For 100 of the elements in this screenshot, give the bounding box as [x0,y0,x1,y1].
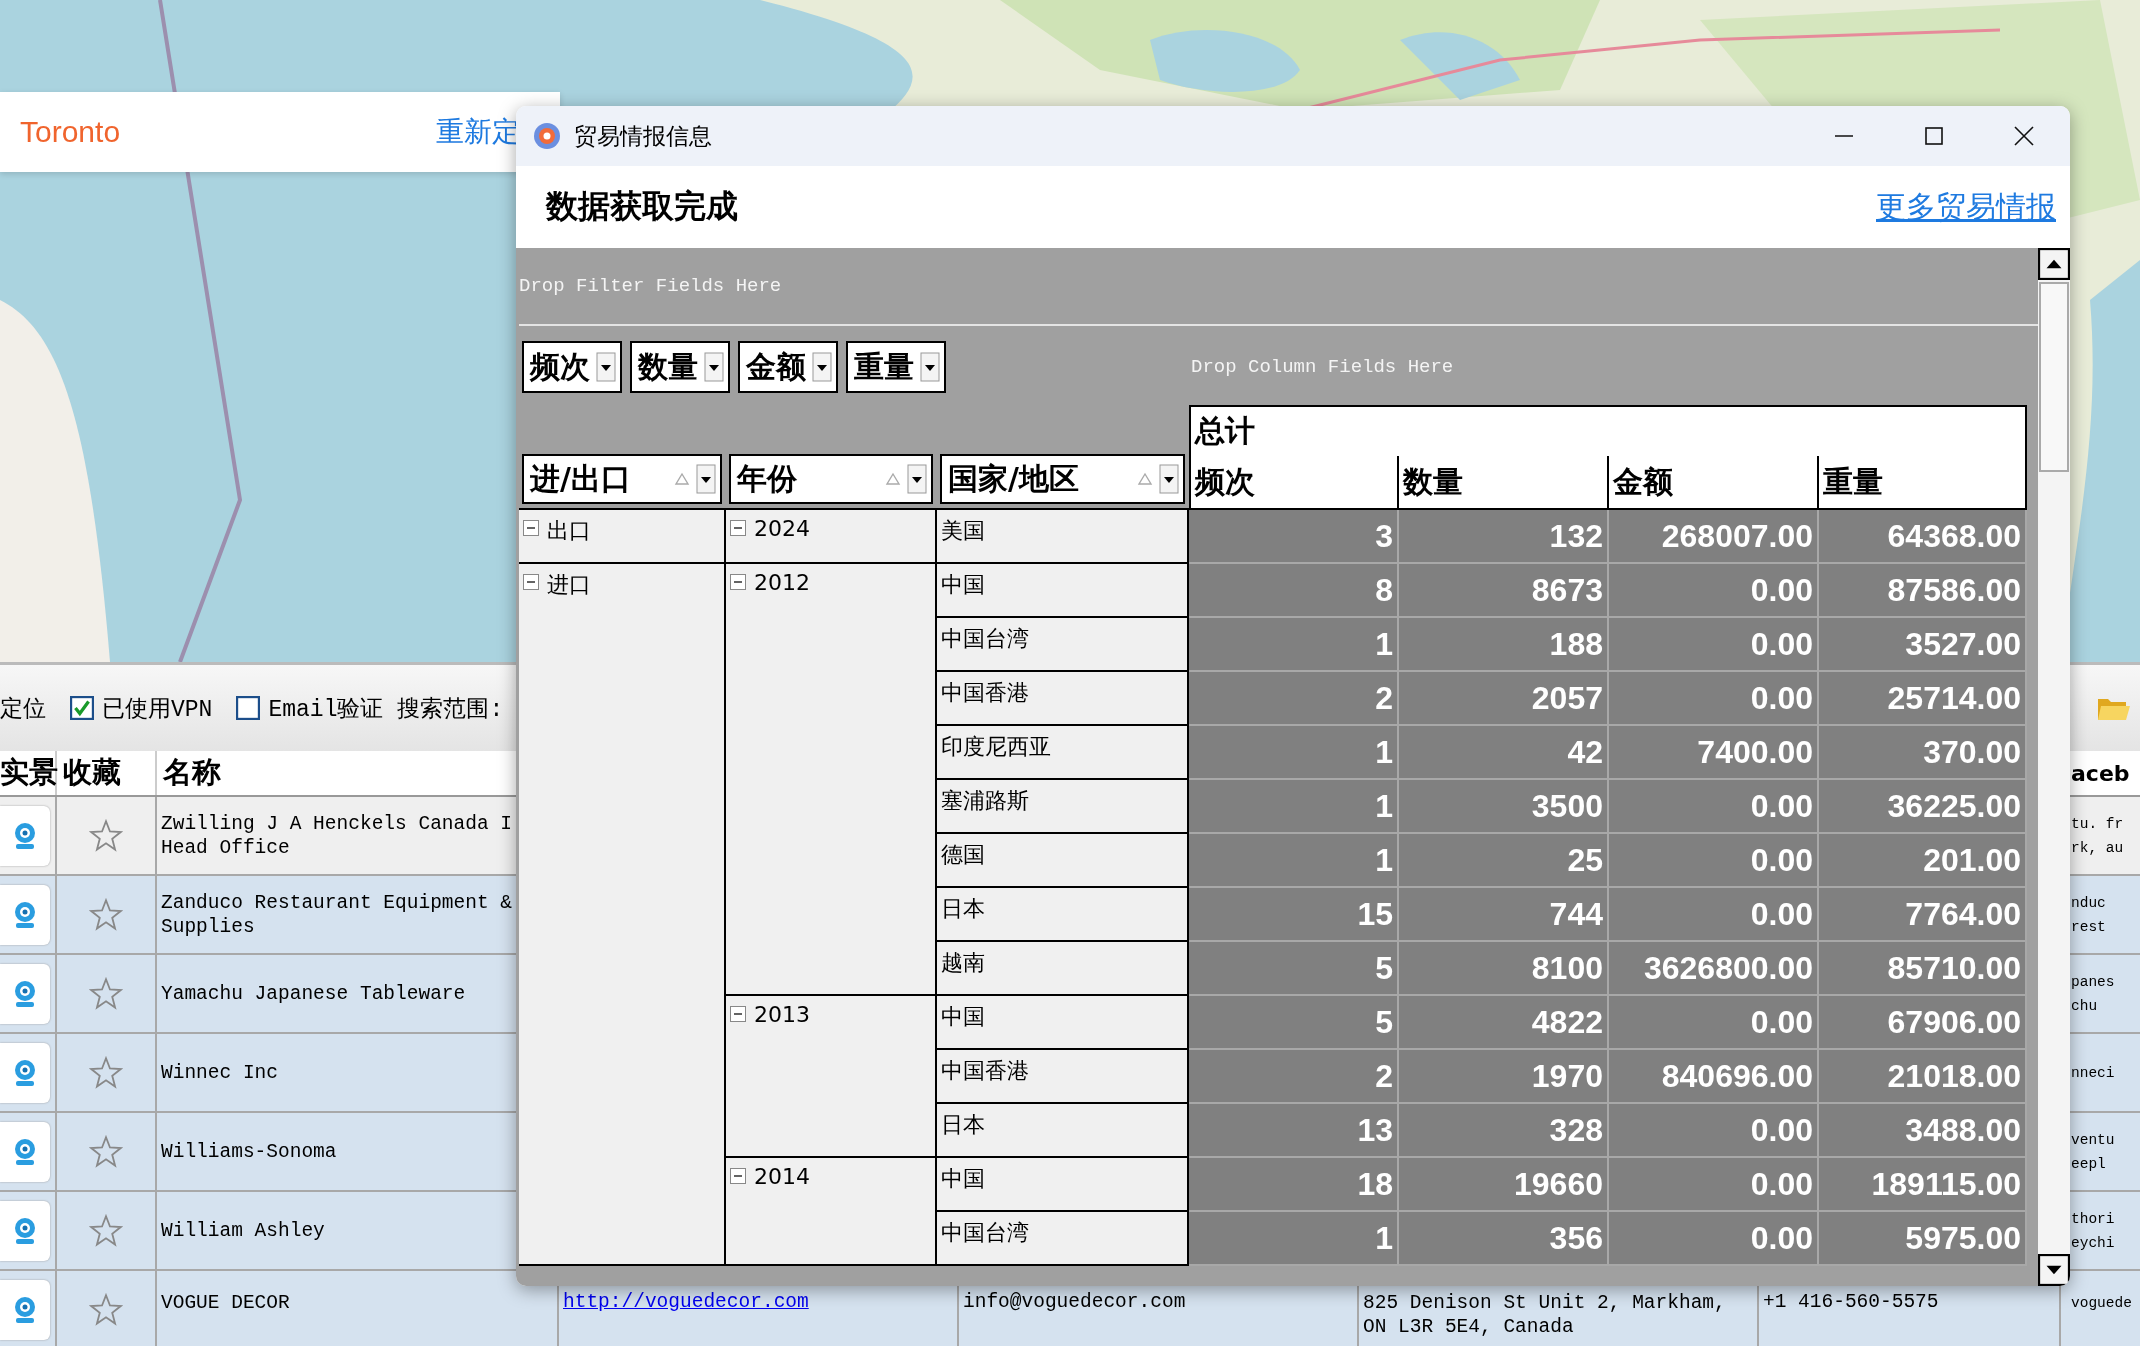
value-cell: 0.00 [1609,834,1819,888]
value-cell: 21018.00 [1819,1050,2027,1104]
value-cell: 3527.00 [1819,618,2027,672]
row-field-button[interactable]: 国家/地区 [940,454,1185,504]
checkbox-option[interactable]: Email验证 [236,692,384,724]
company-name: Zwilling J A Henckels Canada I Head Office [161,811,513,860]
checkbox-option[interactable]: 已使用VPN [70,692,213,724]
email-text: info@voguedecor.com [963,1291,1186,1313]
value-cell: 3488.00 [1819,1104,2027,1158]
value-cell: 25714.00 [1819,672,2027,726]
value-cell: 189115.00 [1819,1158,2027,1212]
star-icon[interactable] [89,976,123,1011]
row-label: 美国 [941,517,985,545]
value-cell: 0.00 [1609,672,1819,726]
street-view-button[interactable] [0,1279,50,1340]
dropdown-icon[interactable] [704,352,724,382]
star-icon[interactable] [89,1134,123,1169]
value-cell: 8100 [1399,942,1609,996]
close-button[interactable] [2012,124,2036,148]
star-icon[interactable] [89,1292,123,1327]
scroll-down-button[interactable] [2038,1254,2070,1286]
street-view-button[interactable] [0,963,50,1024]
value-cell: 0.00 [1609,1104,1819,1158]
value-cell: 0.00 [1609,1212,1819,1266]
dropdown-icon[interactable] [596,352,616,382]
street-view-button[interactable] [0,1121,50,1182]
column-header[interactable]: 实景 [0,751,57,795]
value-cell: 25 [1399,834,1609,888]
scroll-up-button[interactable] [2038,248,2070,280]
website-link[interactable]: http://voguedecor.com [563,1291,809,1313]
data-field-button[interactable]: 金额 [738,341,838,393]
dropdown-icon[interactable] [812,352,832,382]
row-label: 中国香港 [941,1057,1029,1085]
scrollbar-thumb[interactable] [2039,282,2069,472]
street-view-button[interactable] [0,1042,50,1103]
value-cell: 1970 [1399,1050,1609,1104]
value-cell: 201.00 [1819,834,2027,888]
app-icon [532,121,562,151]
street-view-button[interactable] [0,1200,50,1261]
row-label: 越南 [941,949,985,977]
maximize-button[interactable] [1922,124,1946,148]
value-cell: 188 [1399,618,1609,672]
collapse-icon[interactable] [523,520,539,536]
star-icon[interactable] [89,1055,123,1090]
data-field-button[interactable]: 频次 [522,341,622,393]
column-header: 重量 [1819,456,2027,510]
phone-text: +1 416-560-5575 [1763,1291,1939,1313]
value-cell: 5975.00 [1819,1212,2027,1266]
value-cell: 5 [1189,996,1399,1050]
value-cell: 0.00 [1609,780,1819,834]
scrollbar[interactable] [2038,248,2070,1286]
collapse-icon[interactable] [523,574,539,590]
value-cell: 18 [1189,1158,1399,1212]
dropdown-icon[interactable] [920,352,940,382]
column-header: 金额 [1609,456,1819,510]
star-icon[interactable] [89,1213,123,1248]
value-cell: 840696.00 [1609,1050,1819,1104]
row-field-button[interactable]: 进/出口 [522,454,722,504]
row-label: 2024 [754,516,810,541]
value-cell: 2 [1189,672,1399,726]
company-name: Williams-Sonoma [161,1139,337,1164]
value-cell: 0.00 [1609,564,1819,618]
data-field-button[interactable]: 重量 [846,341,946,393]
collapse-icon[interactable] [730,1168,746,1184]
street-view-button[interactable] [0,884,50,945]
more-link[interactable]: 更多贸易情报 [1876,186,2056,228]
value-cell: 2057 [1399,672,1609,726]
table-cell-text: thori eychi [2071,1209,2115,1253]
row-field-button[interactable]: 年份 [729,454,933,504]
dropdown-icon[interactable] [696,464,716,494]
data-field-button[interactable]: 数量 [630,341,730,393]
row-label: 进口 [547,571,591,599]
collapse-icon[interactable] [730,1006,746,1022]
row-label: 中国 [941,571,985,599]
value-cell: 5 [1189,942,1399,996]
company-name: William Ashley [161,1218,325,1243]
star-icon[interactable] [89,897,123,932]
value-cell: 13 [1189,1104,1399,1158]
street-view-button[interactable] [0,805,50,866]
value-cell: 7764.00 [1819,888,2027,942]
column-header: 数量 [1399,456,1609,510]
total-header: 总计 [1189,405,2027,456]
value-cell: 7400.00 [1609,726,1819,780]
checkbox[interactable] [70,696,94,720]
collapse-icon[interactable] [730,574,746,590]
collapse-icon[interactable] [730,520,746,536]
dropdown-icon[interactable] [907,464,927,494]
value-cell: 0.00 [1609,618,1819,672]
value-cell: 370.00 [1819,726,2027,780]
value-cell: 744 [1399,888,1609,942]
dropdown-icon[interactable] [1159,464,1179,494]
value-cell: 328 [1399,1104,1609,1158]
company-name: Winnec Inc [161,1060,279,1085]
window-title: 贸易情报信息 [574,121,712,151]
row-label: 日本 [941,895,985,923]
company-name: VOGUE DECOR [161,1291,290,1315]
star-icon[interactable] [89,818,123,853]
checkbox[interactable] [236,696,261,720]
column-header[interactable]: 收藏 [57,751,157,795]
value-cell: 3500 [1399,780,1609,834]
